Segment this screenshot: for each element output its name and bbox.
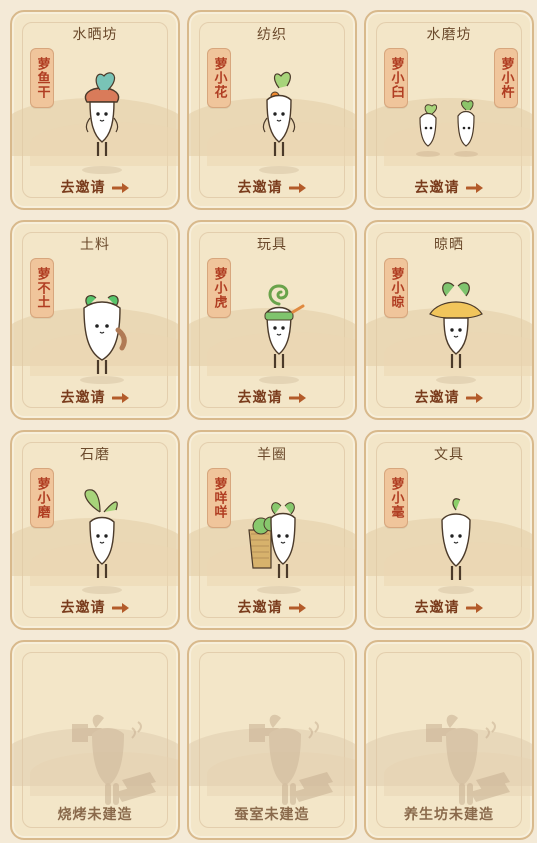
character-illustration	[189, 268, 355, 388]
building-title: 纺织	[257, 27, 287, 43]
building-title: 土料	[80, 237, 110, 253]
card-sheep-pen: 羊圈 萝咩咩 去邀请	[187, 430, 357, 630]
arrow-right-icon	[111, 600, 130, 614]
card-textile: 纺织 萝小花 去邀请	[187, 10, 357, 210]
invite-label: 去邀请	[237, 180, 283, 196]
invite-button[interactable]: 去邀请	[12, 596, 178, 618]
card-stationery: 文具 萝小毫 去邀请	[364, 430, 534, 630]
building-title: 水磨坊	[426, 27, 472, 43]
arrow-right-icon	[111, 390, 130, 404]
invite-button[interactable]: 去邀请	[366, 596, 532, 618]
locked-illustration	[366, 688, 532, 818]
building-invite-grid: 水晒坊 萝鱼干 去邀请 纺织 萝小花 去邀请 水磨坊 萝小臼 萝小杵 去邀请 土…	[0, 0, 537, 843]
building-title: 文具	[434, 447, 464, 463]
invite-label: 去邀请	[414, 180, 460, 196]
card-stone-mill: 石磨 萝小磨 去邀请	[10, 430, 180, 630]
invite-label: 去邀请	[60, 600, 106, 616]
arrow-right-icon	[465, 390, 484, 404]
invite-label: 去邀请	[414, 600, 460, 616]
character-illustration	[366, 268, 532, 388]
invite-label: 去邀请	[237, 390, 283, 406]
character-illustration	[12, 58, 178, 178]
building-title: 晾晒	[434, 237, 464, 253]
invite-button[interactable]: 去邀请	[366, 386, 532, 408]
character-illustration	[189, 58, 355, 178]
invite-button[interactable]: 去邀请	[12, 176, 178, 198]
card-earth-material: 土料 萝不土 去邀请	[10, 220, 180, 420]
card-water-drying: 水晒坊 萝鱼干 去邀请	[10, 10, 180, 210]
card-silkworm-room-locked: 蚕室未建造	[187, 640, 357, 840]
card-water-mill: 水磨坊 萝小臼 萝小杵 去邀请	[364, 10, 534, 210]
invite-button[interactable]: 去邀请	[12, 386, 178, 408]
arrow-right-icon	[465, 600, 484, 614]
card-drying: 晾晒 萝小晾 去邀请	[364, 220, 534, 420]
invite-button[interactable]: 去邀请	[366, 176, 532, 198]
arrow-right-icon	[465, 180, 484, 194]
arrow-right-icon	[111, 180, 130, 194]
card-toy: 玩具 萝小虎 去邀请	[187, 220, 357, 420]
locked-illustration	[12, 688, 178, 818]
building-title: 石磨	[80, 447, 110, 463]
building-title: 水晒坊	[72, 27, 118, 43]
card-barbecue-locked: 烧烤未建造	[10, 640, 180, 840]
character-illustration	[366, 478, 532, 598]
locked-illustration	[189, 688, 355, 818]
invite-label: 去邀请	[60, 180, 106, 196]
invite-label: 去邀请	[237, 600, 283, 616]
building-title: 羊圈	[257, 447, 287, 463]
arrow-right-icon	[288, 600, 307, 614]
locked-status: 养生坊未建造	[404, 807, 494, 823]
locked-status: 蚕室未建造	[234, 807, 310, 823]
invite-button[interactable]: 去邀请	[189, 176, 355, 198]
invite-button[interactable]: 去邀请	[189, 386, 355, 408]
character-illustration	[12, 268, 178, 388]
building-title: 玩具	[257, 237, 287, 253]
character-illustration	[366, 58, 532, 178]
arrow-right-icon	[288, 180, 307, 194]
locked-status: 烧烤未建造	[57, 807, 133, 823]
invite-label: 去邀请	[60, 390, 106, 406]
character-illustration	[12, 478, 178, 598]
character-illustration	[189, 478, 355, 598]
arrow-right-icon	[288, 390, 307, 404]
card-wellness-workshop-locked: 养生坊未建造	[364, 640, 534, 840]
invite-button[interactable]: 去邀请	[189, 596, 355, 618]
invite-label: 去邀请	[414, 390, 460, 406]
